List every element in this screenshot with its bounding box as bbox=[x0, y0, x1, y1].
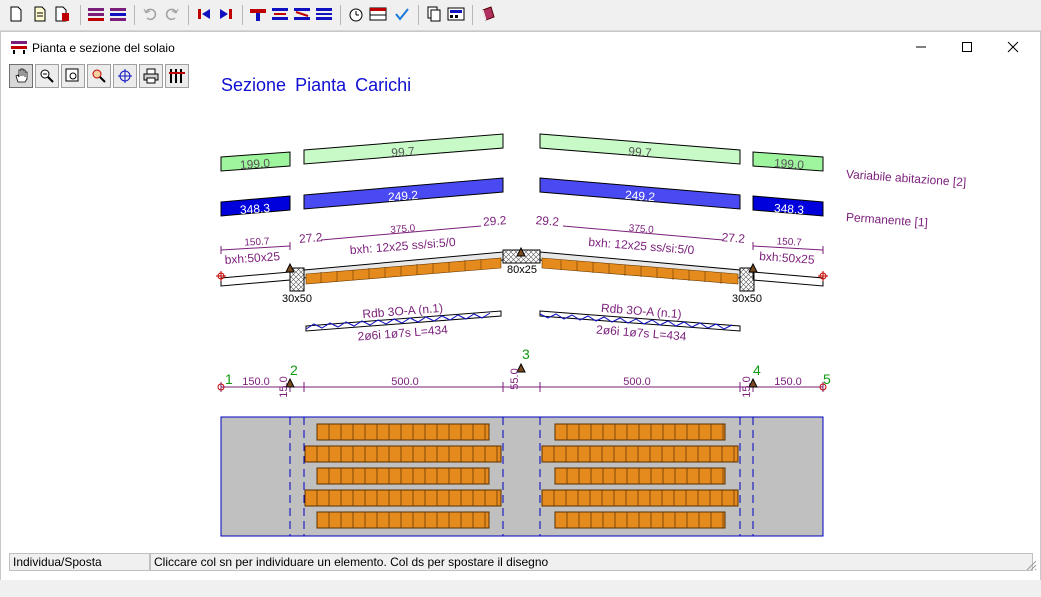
variable-load-value-3: 99.7 bbox=[628, 144, 653, 160]
floor-drawing-canvas[interactable]: 199.0 99.7 99.7 199.0 Variabile abitazio… bbox=[1, 32, 1040, 552]
axis-dim-6: 15.0 bbox=[741, 376, 753, 397]
check-icon[interactable] bbox=[392, 4, 412, 24]
status-hint: Cliccare col sn per individuare un eleme… bbox=[150, 553, 1033, 571]
span-axis: 1 2 3 4 5 150.0 15.0 500.0 55.0 500.0 15… bbox=[217, 346, 831, 398]
beam-t-icon[interactable] bbox=[248, 4, 268, 24]
axis-dim-5: 500.0 bbox=[623, 376, 651, 388]
left-edge-dim-1: 27.2 bbox=[298, 230, 323, 246]
center-beam-label: 80x25 bbox=[507, 264, 537, 276]
variable-load-row: 199.0 99.7 99.7 199.0 Variabile abitazio… bbox=[220, 133, 967, 189]
left-overhang-slab bbox=[220, 271, 291, 287]
copy-icon[interactable] bbox=[424, 4, 444, 24]
floor-plan bbox=[220, 416, 824, 537]
axis-dim-4: 55.0 bbox=[509, 368, 521, 389]
open-file-icon[interactable] bbox=[30, 4, 50, 24]
variable-load-label: Variabile abitazione [2] bbox=[846, 167, 967, 189]
status-bar: Individua/Sposta Cliccare col sn per ind… bbox=[9, 553, 1033, 571]
plan-outline bbox=[220, 416, 824, 537]
axis-dim-7: 150.0 bbox=[774, 376, 802, 388]
right-overhang-label: bxh:50x25 bbox=[759, 249, 816, 267]
left-span-label: bxh: 12x25 ss/si:5/0 bbox=[349, 235, 456, 257]
node-1: 1 bbox=[225, 371, 233, 387]
resize-grip-icon[interactable] bbox=[1025, 558, 1037, 576]
permanent-load-value-3: 249.2 bbox=[624, 188, 655, 204]
right-span-length: 375.0 bbox=[628, 223, 654, 236]
beam-i-icon[interactable] bbox=[270, 4, 290, 24]
first-icon[interactable] bbox=[194, 4, 214, 24]
main-toolbar bbox=[0, 0, 1041, 31]
variable-load-value-2: 99.7 bbox=[391, 144, 416, 160]
grid-icon[interactable] bbox=[86, 4, 106, 24]
node-5: 5 bbox=[823, 371, 831, 387]
right-edge-dim-1: 29.2 bbox=[535, 213, 560, 229]
permanent-load-row: 348.3 249.2 249.2 348.3 Permanente [1] bbox=[220, 177, 929, 230]
right-edge-dim-2: 27.2 bbox=[721, 230, 746, 246]
plan-brick-row bbox=[316, 467, 490, 485]
new-file-icon[interactable] bbox=[6, 4, 26, 24]
permanent-load-value-2: 249.2 bbox=[387, 188, 418, 204]
node-2: 2 bbox=[290, 362, 298, 378]
app-bottom-strip bbox=[0, 580, 1041, 597]
table-icon[interactable] bbox=[368, 4, 388, 24]
plan-brick-row bbox=[316, 511, 490, 529]
redo-icon[interactable] bbox=[162, 4, 182, 24]
reinforcement: Rdb 3O-A (n.1) 2ø6i 1ø7s L=434 Rdb 3O-A … bbox=[305, 301, 741, 344]
undo-icon[interactable] bbox=[140, 4, 160, 24]
right-overhang-slab bbox=[752, 271, 824, 287]
axis-dim-2: 15.0 bbox=[278, 376, 290, 397]
right-beam-label: 30x50 bbox=[732, 293, 762, 305]
node-4: 4 bbox=[753, 362, 761, 378]
plan-brick-row bbox=[554, 423, 726, 441]
axis-dim-1: 150.0 bbox=[242, 376, 270, 388]
permanent-load-value-4: 348.3 bbox=[774, 201, 805, 217]
permanent-load-value-1: 348.3 bbox=[240, 201, 271, 217]
left-beam-label: 30x50 bbox=[282, 293, 312, 305]
permanent-load-label: Permanente [1] bbox=[846, 210, 929, 230]
clock-icon[interactable] bbox=[346, 4, 366, 24]
right-span-label: bxh: 12x25 ss/si:5/0 bbox=[588, 235, 695, 257]
plan-brick-row bbox=[304, 445, 502, 463]
plan-brick-row bbox=[316, 423, 490, 441]
left-overhang-label: bxh:50x25 bbox=[224, 249, 281, 267]
last-icon[interactable] bbox=[216, 4, 236, 24]
plan-brick-row bbox=[541, 445, 739, 463]
variable-load-value-1: 199.0 bbox=[240, 156, 271, 172]
left-overhang-length: 150.7 bbox=[244, 236, 270, 248]
floor-section-window: Pianta e sezione del solaio Sezione Pian… bbox=[0, 31, 1041, 581]
beam-z-icon[interactable] bbox=[292, 4, 312, 24]
save-file-icon[interactable] bbox=[52, 4, 72, 24]
plan-brick-row bbox=[554, 511, 726, 529]
left-span-length: 375.0 bbox=[390, 223, 416, 236]
grid-edit-icon[interactable] bbox=[108, 4, 128, 24]
plan-brick-row bbox=[541, 489, 739, 507]
calc-icon[interactable] bbox=[446, 4, 466, 24]
plan-brick-row bbox=[554, 467, 726, 485]
beam-c-icon[interactable] bbox=[314, 4, 334, 24]
status-mode: Individua/Sposta bbox=[9, 553, 150, 571]
right-overhang-length: 150.7 bbox=[776, 236, 802, 248]
left-edge-dim-2: 29.2 bbox=[482, 213, 507, 229]
book-icon[interactable] bbox=[478, 4, 498, 24]
axis-dim-3: 500.0 bbox=[391, 376, 419, 388]
variable-load-value-4: 199.0 bbox=[774, 156, 805, 172]
plan-brick-row bbox=[304, 489, 502, 507]
node-3: 3 bbox=[522, 346, 530, 362]
floor-section: 30x50 80x25 30x50 bbox=[216, 246, 828, 305]
